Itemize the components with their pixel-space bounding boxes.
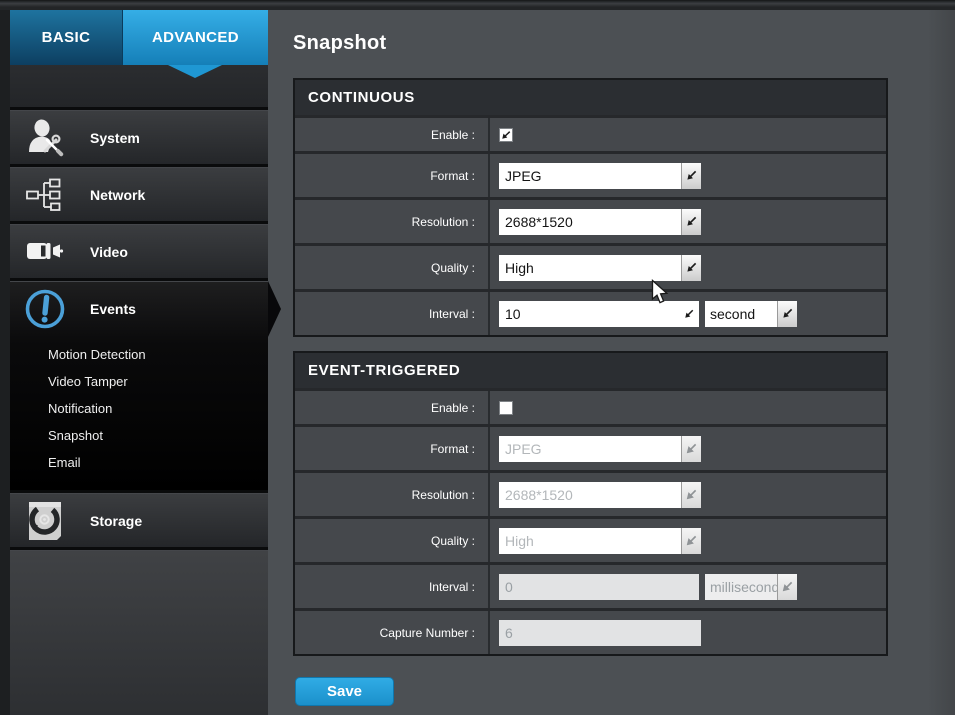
dropdown-button (777, 573, 797, 600)
dropdown-button (681, 527, 701, 554)
dropdown-arrow-icon (783, 308, 793, 318)
storage-icon (20, 499, 70, 543)
sidebar-subitem-video-tamper[interactable]: Video Tamper (10, 368, 268, 395)
field-label: Interval : (295, 292, 490, 335)
events-icon (20, 286, 70, 332)
window-top-edge (0, 0, 955, 10)
format-select[interactable] (499, 162, 701, 189)
dropdown-arrow-icon (687, 216, 697, 226)
dropdown-button (681, 435, 701, 462)
page-title: Snapshot (293, 32, 387, 54)
dropdown-button[interactable] (777, 300, 797, 327)
network-icon (20, 175, 70, 215)
field-label: Capture Number : (295, 611, 490, 654)
interval-unit-select: millisecond (705, 573, 797, 600)
sidebar: BASIC ADVANCED System Network Video Even… (10, 10, 281, 715)
dropdown-arrow-icon (687, 170, 697, 180)
capture-number-input (499, 619, 701, 646)
system-icon (20, 118, 70, 158)
sidebar-item-label: Network (90, 186, 146, 203)
video-icon (20, 232, 70, 272)
field-label: Interval : (295, 565, 490, 608)
enable-row: Enable : (295, 388, 886, 424)
sidebar-item-label: Events (90, 300, 136, 317)
events-submenu: Motion Detection Video Tamper Notificati… (10, 335, 268, 490)
interval-unit-value: second (705, 300, 777, 327)
dropdown-arrow-icon (686, 535, 697, 546)
dropdown-arrow-icon (685, 309, 694, 318)
sidebar-item-label: Video (90, 243, 128, 260)
section-header: EVENT-TRIGGERED (295, 353, 886, 388)
quality-row: Quality : (295, 516, 886, 562)
sidebar-empty-area (10, 551, 268, 715)
section-header: CONTINUOUS (295, 80, 886, 115)
dropdown-button[interactable] (681, 208, 701, 235)
enable-row: Enable : (295, 115, 886, 151)
dropdown-arrow-icon (687, 262, 697, 272)
interval-unit-value: millisecond (705, 573, 777, 600)
dropdown-button[interactable] (681, 162, 701, 189)
tab-advanced[interactable]: ADVANCED (122, 10, 268, 65)
dropdown-button[interactable] (681, 254, 701, 281)
continuous-section: CONTINUOUS Enable : Format : JPEG Resolu… (293, 78, 888, 337)
field-label: Resolution : (295, 473, 490, 516)
format-value (499, 435, 681, 462)
continuous-enable-checkbox[interactable] (499, 127, 513, 142)
tab-basic[interactable]: BASIC (10, 10, 122, 65)
checkmark-icon (502, 130, 511, 139)
field-label: Format : (295, 154, 490, 197)
dropdown-arrow-icon (686, 443, 697, 454)
field-label: Quality : (295, 246, 490, 289)
sidebar-item-label: Storage (90, 512, 143, 529)
sidebar-item-system[interactable]: System (10, 111, 268, 164)
active-tab-pointer-icon (168, 65, 222, 78)
field-label: Enable : (295, 391, 490, 424)
resolution-row: Resolution : (295, 470, 886, 516)
dropdown-button (681, 481, 701, 508)
field-label: Quality : (295, 519, 490, 562)
event-enable-checkbox[interactable] (499, 400, 513, 415)
quality-select (499, 527, 701, 554)
mouse-cursor-icon (651, 279, 669, 304)
mode-tabs: BASIC ADVANCED (10, 10, 268, 65)
resolution-value (499, 481, 681, 508)
event-triggered-section: EVENT-TRIGGERED Enable : Format : JPEG R… (293, 351, 888, 656)
sidebar-subitem-email[interactable]: Email (10, 449, 268, 476)
field-label: Resolution : (295, 200, 490, 243)
format-value[interactable] (499, 162, 681, 189)
format-row: Format : (295, 151, 886, 197)
quality-value (499, 527, 681, 554)
interval-row: Interval : millisecond (295, 562, 886, 608)
main-content: Snapshot CONTINUOUS Enable : Format : JP… (266, 10, 955, 715)
format-select (499, 435, 701, 462)
resolution-select[interactable] (499, 208, 701, 235)
sidebar-item-label: System (90, 129, 140, 146)
resolution-value[interactable] (499, 208, 681, 235)
sidebar-item-storage[interactable]: Storage (10, 494, 268, 547)
active-item-arrow-icon (268, 281, 281, 337)
sidebar-subitem-snapshot[interactable]: Snapshot (10, 422, 268, 449)
dropdown-arrow-icon (686, 489, 697, 500)
sidebar-subitem-motion-detection[interactable]: Motion Detection (10, 341, 268, 368)
sidebar-item-network[interactable]: Network (10, 168, 268, 221)
format-row: Format : (295, 424, 886, 470)
field-label: Enable : (295, 118, 490, 151)
interval-unit-select[interactable]: second (705, 300, 797, 327)
sidebar-item-events[interactable]: Events (10, 281, 281, 337)
sidebar-subitem-notification[interactable]: Notification (10, 395, 268, 422)
interval-row: Interval : second (295, 289, 886, 335)
dropdown-arrow-icon (782, 581, 793, 592)
resolution-row: Resolution : (295, 197, 886, 243)
capture-number-row: Capture Number : (295, 608, 886, 654)
sidebar-section-events: Events Motion Detection Video Tamper Not… (10, 281, 281, 490)
resolution-select (499, 481, 701, 508)
interval-input (499, 573, 699, 600)
quality-row: Quality : (295, 243, 886, 289)
field-label: Format : (295, 427, 490, 470)
save-button[interactable]: Save (295, 677, 394, 706)
quality-value[interactable] (499, 254, 681, 281)
quality-select[interactable] (499, 254, 701, 281)
sidebar-item-video[interactable]: Video (10, 225, 268, 278)
active-tab-indicator-zone (10, 65, 268, 107)
